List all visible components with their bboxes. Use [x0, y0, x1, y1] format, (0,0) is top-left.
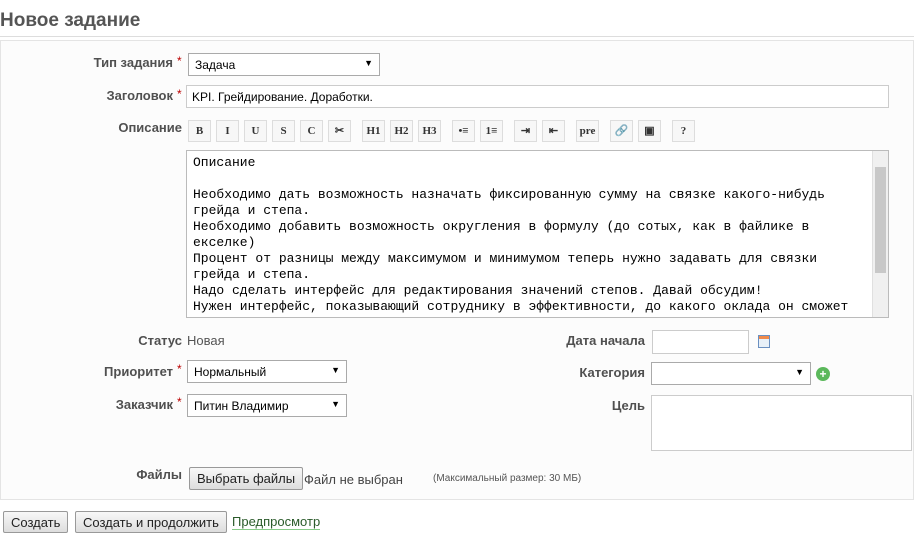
customer-value: Питин Владимир: [194, 399, 289, 413]
toolbar-button-1[interactable]: I: [216, 120, 239, 142]
toolbar-button-4[interactable]: C: [300, 120, 323, 142]
toolbar-button-11[interactable]: ⇥: [514, 120, 537, 142]
toolbar-button-16[interactable]: ?: [672, 120, 695, 142]
status-value: Новая: [187, 333, 225, 348]
editor-toolbar: B I U S C ✂ H1 H2 H3 •≡ 1≡ ⇥ ⇤ pre 🔗 ▣?: [188, 120, 695, 142]
start-date-label: Дата начала: [566, 333, 645, 348]
toolbar-button-6[interactable]: H1: [362, 120, 385, 142]
type-label: Тип задания: [93, 55, 173, 70]
toolbar-button-2[interactable]: U: [244, 120, 267, 142]
priority-value: Нормальный: [194, 365, 267, 379]
required-mark: *: [177, 87, 182, 101]
goal-label: Цель: [611, 398, 645, 413]
priority-label: Приоритет: [104, 364, 173, 379]
toolbar-button-9[interactable]: •≡: [452, 120, 475, 142]
max-size-text: (Максимальный размер: 30 МБ): [433, 473, 582, 484]
add-category-icon[interactable]: +: [816, 367, 830, 381]
category-label: Категория: [579, 365, 645, 380]
start-date-input[interactable]: [652, 330, 749, 354]
required-mark: *: [177, 54, 182, 68]
toolbar-button-15[interactable]: ▣: [638, 120, 661, 142]
toolbar-button-0[interactable]: B: [188, 120, 211, 142]
preview-link[interactable]: Предпросмотр: [232, 514, 321, 530]
subject-label: Заголовок: [106, 88, 173, 103]
toolbar-button-7[interactable]: H2: [390, 120, 413, 142]
type-value: Задача: [195, 58, 236, 72]
dropdown-arrow-icon: ▼: [795, 367, 804, 377]
subject-input[interactable]: KPI. Грейдирование. Доработки.: [186, 85, 889, 108]
toolbar-button-3[interactable]: S: [272, 120, 295, 142]
description-text: Описание Необходимо дать возможность наз…: [193, 155, 849, 314]
calendar-icon[interactable]: [758, 335, 770, 348]
category-select[interactable]: ▼: [651, 362, 811, 385]
no-file-text: Файл не выбран: [304, 472, 403, 487]
divider: [0, 36, 914, 37]
type-select[interactable]: Задача ▼: [188, 53, 380, 76]
toolbar-button-5[interactable]: ✂: [328, 120, 351, 142]
status-label: Статус: [138, 333, 182, 348]
create-button[interactable]: Создать: [3, 511, 69, 533]
description-textarea[interactable]: Описание Необходимо дать возможность наз…: [186, 150, 889, 318]
required-mark: *: [177, 395, 182, 409]
customer-label: Заказчик: [115, 397, 173, 412]
priority-select[interactable]: Нормальный ▼: [187, 360, 347, 383]
page-title: Новое задание: [0, 10, 141, 31]
toolbar-button-12[interactable]: ⇤: [542, 120, 565, 142]
toolbar-button-13[interactable]: pre: [576, 120, 599, 142]
description-label: Описание: [118, 120, 182, 135]
create-continue-button[interactable]: Создать и продолжить: [75, 511, 227, 533]
scrollbar[interactable]: [872, 151, 888, 317]
choose-files-button[interactable]: Выбрать файлы: [189, 467, 304, 490]
files-label: Файлы: [136, 467, 182, 482]
toolbar-button-14[interactable]: 🔗: [610, 120, 633, 142]
goal-textarea[interactable]: [651, 395, 912, 451]
dropdown-arrow-icon: ▼: [331, 365, 340, 375]
customer-select[interactable]: Питин Владимир ▼: [187, 394, 347, 417]
required-mark: *: [177, 362, 182, 376]
dropdown-arrow-icon: ▼: [331, 399, 340, 409]
dropdown-arrow-icon: ▼: [364, 58, 373, 68]
toolbar-button-10[interactable]: 1≡: [480, 120, 503, 142]
toolbar-button-8[interactable]: H3: [418, 120, 441, 142]
